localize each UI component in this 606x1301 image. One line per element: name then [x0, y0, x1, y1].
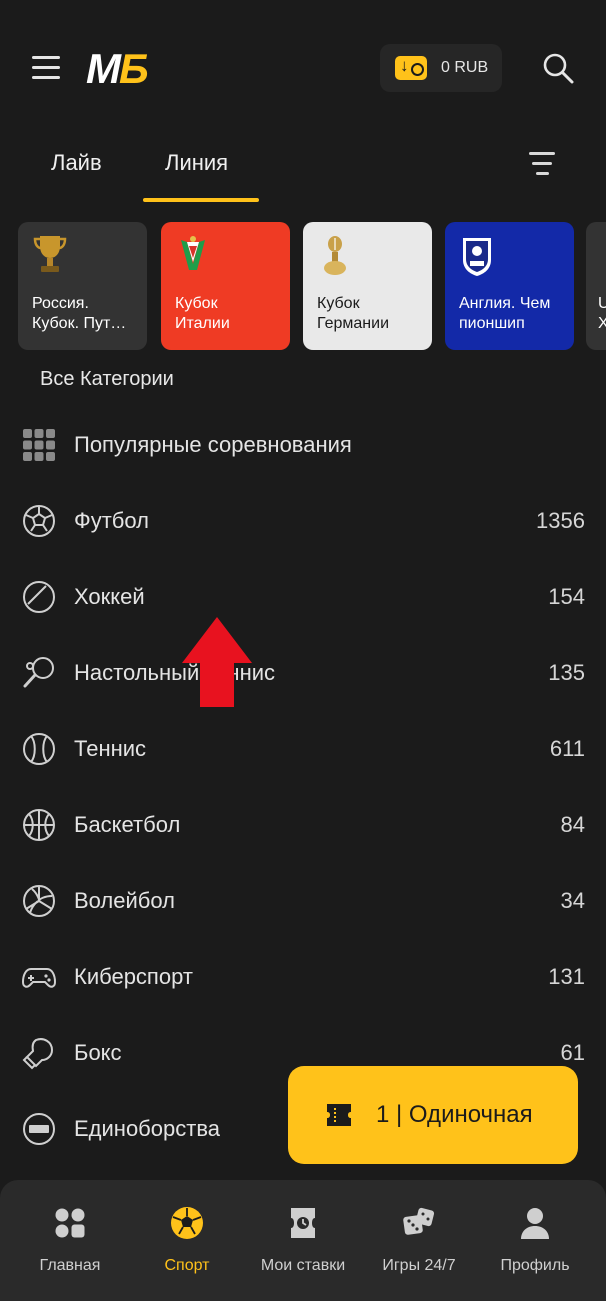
list-item-basketball[interactable]: Баскетбол 84 — [0, 788, 606, 864]
hockey-puck-icon — [23, 581, 55, 613]
sport-name: Бокс — [74, 1040, 122, 1065]
dfb-pokal-icon — [324, 236, 346, 275]
efl-icon — [463, 238, 491, 276]
nav-my-bets[interactable]: Мои ставки — [248, 1206, 358, 1275]
dice-icon — [403, 1207, 435, 1235]
sport-count: 61 — [560, 1040, 585, 1065]
sport-name: Популярные соревнования — [74, 432, 352, 457]
card-title-line1: Россия. — [32, 295, 89, 312]
card-italy-cup[interactable]: Кубок Италии — [161, 222, 290, 350]
trophy-icon — [600, 234, 606, 278]
tab-line[interactable]: Линия — [165, 150, 228, 176]
volleyball-icon — [23, 885, 55, 917]
top-bar: MБ 0 RUB — [0, 0, 606, 130]
nav-label: Мои ставки — [260, 1257, 346, 1274]
trophy-icon — [33, 236, 67, 272]
home-grid-icon — [55, 1208, 85, 1238]
nav-sport[interactable]: Спорт — [132, 1206, 242, 1275]
boxing-glove-icon — [22, 1038, 54, 1070]
balance-amount: 0 RUB — [441, 59, 489, 76]
football-icon — [23, 505, 55, 537]
card-england-championship[interactable]: Англия. Чем пионшип — [445, 222, 574, 350]
card-title-line1: Кубок — [175, 295, 218, 312]
grid-icon — [23, 429, 55, 461]
featured-tournaments: Россия. Кубок. Пут… Кубок Италии Кубок Г… — [18, 222, 606, 352]
card-russia-cup[interactable]: Россия. Кубок. Пут… — [18, 222, 147, 350]
nav-profile[interactable]: Профиль — [480, 1206, 590, 1275]
list-item-football[interactable]: Футбол 1356 — [0, 484, 606, 560]
balance-button[interactable]: 0 RUB — [380, 44, 502, 92]
nav-label: Игры 24/7 — [382, 1257, 456, 1274]
sport-count: 611 — [549, 736, 585, 761]
tab-live[interactable]: Лайв — [51, 150, 102, 176]
nav-games[interactable]: Игры 24/7 — [364, 1206, 474, 1275]
profile-icon — [521, 1208, 549, 1239]
nav-label: Профиль — [500, 1257, 570, 1274]
list-item-tennis[interactable]: Теннис 611 — [0, 712, 606, 788]
nav-label: Спорт — [164, 1257, 210, 1274]
tabs: Лайв Линия — [0, 140, 606, 204]
italy-cup-icon — [181, 236, 205, 270]
sport-name: Киберспорт — [74, 964, 193, 989]
sport-count: 154 — [548, 584, 585, 609]
card-title-line2: пионшип — [459, 315, 525, 332]
sport-ball-icon — [171, 1207, 203, 1239]
sport-count: 84 — [560, 812, 585, 837]
card-title-line1: Кубок — [317, 295, 360, 312]
sport-count: 1356 — [536, 508, 585, 533]
search-icon[interactable] — [542, 52, 574, 84]
filter-icon[interactable] — [528, 152, 556, 176]
ufc-icon — [23, 1113, 55, 1145]
sport-count: 34 — [560, 888, 585, 913]
card-title-line1: Англия. Чем — [459, 295, 551, 312]
all-categories-heading: Все Категории — [40, 368, 174, 390]
active-tab-indicator — [143, 198, 259, 202]
sport-name: Волейбол — [74, 888, 175, 913]
red-arrow-annotation — [182, 617, 252, 707]
basketball-icon — [23, 809, 55, 841]
sport-name: Баскетбол — [74, 812, 181, 837]
nav-home[interactable]: Главная — [15, 1206, 125, 1275]
sport-count: 135 — [548, 660, 585, 685]
ticket-icon — [327, 1104, 351, 1126]
list-item-hockey[interactable]: Хоккей 154 — [0, 560, 606, 636]
sport-name: Футбол — [74, 508, 149, 533]
card-partial[interactable]: U Х — [586, 222, 606, 350]
card-title-line2: Германии — [317, 315, 389, 332]
sport-name: Единоборства — [74, 1116, 221, 1141]
gamepad-icon — [22, 968, 56, 988]
sport-name: Хоккей — [74, 584, 145, 609]
list-item-volleyball[interactable]: Волейбол 34 — [0, 864, 606, 940]
bets-ticket-icon — [291, 1208, 315, 1238]
list-item-esports[interactable]: Киберспорт 131 — [0, 940, 606, 1016]
sport-name: Теннис — [74, 736, 147, 761]
list-item-table-tennis[interactable]: Настольный теннис 135 — [0, 636, 606, 712]
betslip-label: 1 | Одиночная — [376, 1101, 533, 1128]
card-germany-cup[interactable]: Кубок Германии — [303, 222, 432, 350]
tennis-ball-icon — [23, 733, 55, 765]
nav-label: Главная — [39, 1257, 101, 1274]
logo[interactable]: MБ — [86, 45, 149, 93]
wallet-deposit-icon — [395, 56, 427, 80]
betslip-button[interactable]: 1 | Одиночная — [288, 1066, 578, 1164]
list-item-popular[interactable]: Популярные соревнования — [0, 408, 606, 484]
table-tennis-icon — [23, 657, 54, 688]
bottom-navigation: Главная Спорт Мои ставки Игры 24/7 Профи… — [0, 1180, 606, 1301]
card-title-line1: U — [598, 295, 606, 312]
card-title-line2: Кубок. Пут… — [32, 315, 127, 332]
sport-count: 131 — [548, 964, 585, 989]
menu-icon[interactable] — [32, 56, 60, 79]
card-title-line2: Италии — [175, 315, 230, 332]
card-title-line2: Х — [598, 315, 606, 332]
